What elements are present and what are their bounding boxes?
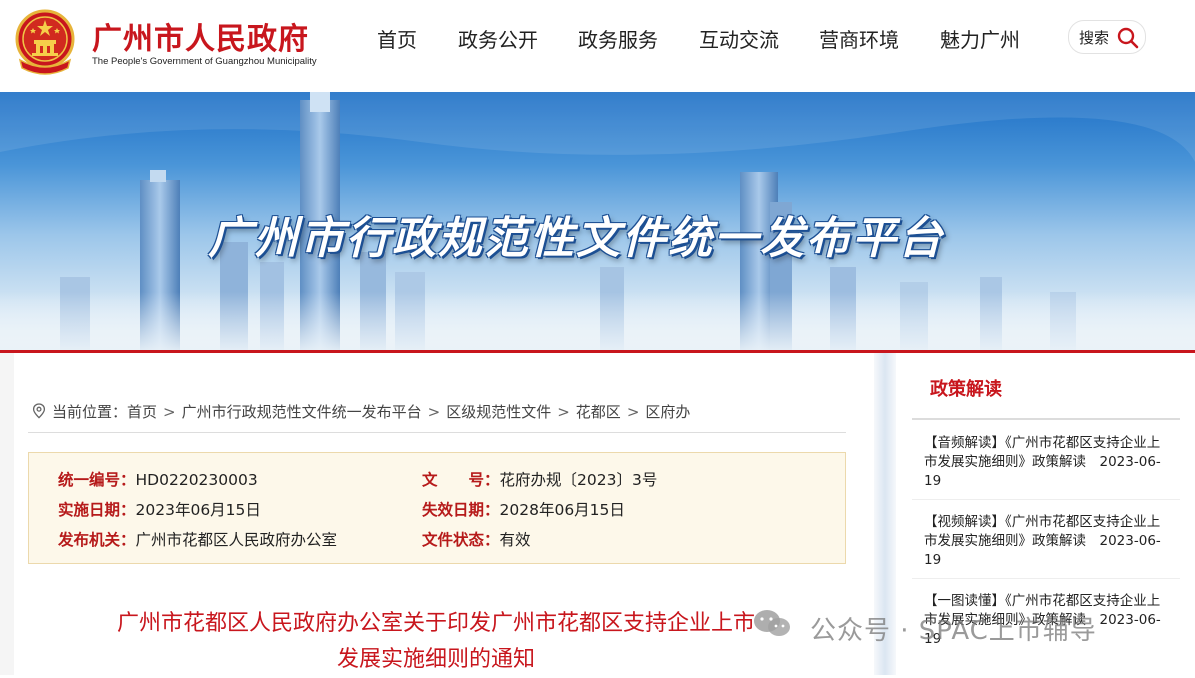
- nav-item-government-affairs-disclosure[interactable]: 政务公开: [458, 24, 538, 53]
- meta-uniform-number: 统一编号：HD0220230003: [58, 468, 258, 490]
- meta-label: 发布机关：: [58, 531, 136, 549]
- breadcrumb-item-district-docs[interactable]: 区级规范性文件: [446, 403, 551, 421]
- watermark-text: 公众号 · SPAC上市辅导: [810, 616, 1097, 646]
- breadcrumb: 当前位置：首页 > 广州市行政规范性文件统一发布平台 > 区级规范性文件 > 花都区 > 区府办: [32, 401, 690, 422]
- meta-value: 有效: [499, 531, 531, 549]
- hero-banner: 广州市行政规范性文件统一发布平台: [0, 92, 1195, 352]
- sidebar-link-video-interpretation[interactable]: 【视频解读】《广州市花都区支持企业上市发展实施细则》政策解读 2023-06-1…: [924, 513, 1168, 570]
- document-title-line: 发展实施细则的通知: [336, 647, 535, 672]
- search-button[interactable]: 搜索: [1068, 20, 1146, 54]
- sidebar-title: 政策解读: [930, 379, 1002, 400]
- meta-document-number: 文 号：花府办规〔2023〕3号: [422, 468, 657, 490]
- breadcrumb-divider: [28, 432, 846, 433]
- meta-value: 花府办规〔2023〕3号: [499, 471, 658, 489]
- nav-item-charm-guangzhou[interactable]: 魅力广州: [940, 24, 1020, 53]
- meta-issuing-authority: 发布机关：广州市花都区人民政府办公室: [58, 528, 337, 550]
- nav-item-government-services[interactable]: 政务服务: [578, 24, 658, 53]
- meta-value: 广州市花都区人民政府办公室: [135, 531, 338, 549]
- national-emblem-icon[interactable]: [12, 8, 78, 78]
- meta-value: 2028年06月15日: [499, 501, 625, 519]
- document-title-line: 广州市花都区人民政府办公室关于印发广州市花都区支持企业上市: [116, 611, 755, 636]
- search-icon: [1117, 27, 1139, 49]
- breadcrumb-item-platform[interactable]: 广州市行政规范性文件统一发布平台: [182, 403, 422, 421]
- meta-label: 实施日期：: [58, 501, 136, 519]
- breadcrumb-separator: >: [163, 403, 176, 421]
- site-brand-subtitle: The People's Government of Guangzhou Mun…: [92, 56, 317, 67]
- breadcrumb-item-huadu[interactable]: 花都区: [576, 403, 621, 421]
- breadcrumb-separator: >: [557, 403, 570, 421]
- nav-item-business-environment[interactable]: 营商环境: [819, 24, 899, 53]
- breadcrumb-separator: >: [626, 403, 640, 421]
- location-pin-icon: [32, 403, 46, 419]
- nav-item-interaction[interactable]: 互动交流: [699, 24, 779, 53]
- site-header: 广州市人民政府 The People's Government of Guang…: [0, 0, 1195, 92]
- breadcrumb-prefix: 当前位置：: [52, 403, 128, 421]
- meta-label: 文件状态：: [422, 531, 500, 549]
- sidebar-divider: [912, 418, 1180, 420]
- meta-value: HD0220230003: [135, 471, 258, 489]
- banner-title: 广州市行政规范性文件统一发布平台: [208, 213, 944, 264]
- meta-value: 2023年06月15日: [135, 501, 261, 519]
- breadcrumb-separator: >: [427, 403, 441, 421]
- sidebar-item-divider: [912, 499, 1180, 500]
- meta-label: 统一编号：: [58, 471, 136, 489]
- breadcrumb-item-district-office[interactable]: 区府办: [645, 403, 690, 421]
- meta-label: 失效日期：: [422, 501, 500, 519]
- document-title: 广州市花都区人民政府办公室关于印发广州市花都区支持企业上市 发展实施细则的通知: [28, 606, 844, 678]
- sidebar-item-divider: [912, 578, 1180, 579]
- sidebar-link-audio-interpretation[interactable]: 【音频解读】《广州市花都区支持企业上市发展实施细则》政策解读 2023-06-1…: [924, 434, 1168, 491]
- nav-item-home[interactable]: 首页: [377, 24, 417, 53]
- site-brand-title[interactable]: 广州市人民政府: [92, 14, 309, 58]
- meta-effective-date: 实施日期：2023年06月15日: [58, 498, 261, 520]
- meta-document-status: 文件状态：有效: [422, 528, 531, 550]
- breadcrumb-item-home[interactable]: 首页: [127, 403, 157, 421]
- search-label: 搜索: [1079, 29, 1110, 47]
- wechat-icon: [754, 610, 790, 636]
- meta-label: 文 号：: [422, 471, 500, 489]
- meta-expiry-date: 失效日期：2028年06月15日: [422, 498, 625, 520]
